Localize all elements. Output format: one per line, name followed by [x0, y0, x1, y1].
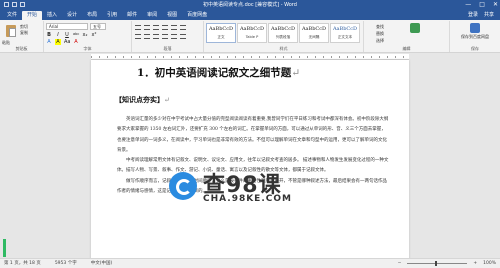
subscript-button[interactable]: x₂: [82, 32, 88, 38]
bullets-icon[interactable]: [135, 25, 141, 30]
tab-mailings[interactable]: 邮件: [122, 11, 142, 20]
document-page[interactable]: 1．初中英语阅读记叙文之细节题↵ 【知识点夯实】↵ 英语词汇量的多少对在中学考试…: [91, 60, 409, 260]
style-body-text[interactable]: AaBbCcD 正文文本: [330, 23, 360, 43]
section-title: 【知识点夯实】↵: [115, 95, 170, 104]
tab-review[interactable]: 审阅: [142, 11, 162, 20]
save-group: 保存到百度网盘 保存: [450, 21, 500, 52]
watermark-url: CHA.98KE.COM: [203, 194, 292, 204]
zoom-out-icon[interactable]: −: [398, 259, 402, 268]
tab-references[interactable]: 引用: [102, 11, 122, 20]
bold-button[interactable]: B: [46, 32, 52, 38]
styles-group: AaBbCcD 正文 AaBbCcD Table P AaBbCcD 列表段落 …: [204, 21, 364, 52]
editing-group-label: 编辑: [402, 46, 411, 51]
minimize-button[interactable]: —: [465, 0, 471, 10]
paragraph-group: 段落: [132, 21, 204, 52]
font-group-label: 字体: [83, 46, 92, 51]
zoom-level[interactable]: 100%: [483, 259, 496, 268]
tab-design[interactable]: 设计: [62, 11, 82, 20]
replace-button[interactable]: 替换: [376, 31, 384, 37]
ribbon-tabs: 文件 开始 插入 设计 布局 引用 邮件 审阅 视图 百度网盘 登录 共享: [0, 10, 500, 20]
line-spacing-icon[interactable]: [171, 34, 177, 39]
align-left-icon[interactable]: [135, 34, 141, 39]
style-list-paragraph[interactable]: AaBbCcD 列表段落: [268, 23, 298, 43]
window-title: 初中英语阅读专点.doc [兼容模式] - Word: [203, 2, 297, 8]
watermark: 查98课 CHA.98KE.COM: [167, 170, 297, 208]
maximize-button[interactable]: □: [479, 0, 485, 10]
tab-layout[interactable]: 布局: [82, 11, 102, 20]
find-button[interactable]: 查找: [376, 24, 384, 30]
sign-in-link[interactable]: 登录: [468, 11, 478, 20]
justify-icon[interactable]: [162, 34, 168, 39]
save-group-label: 保存: [471, 46, 479, 51]
watermark-logo-icon: [169, 172, 197, 200]
select-button[interactable]: 选择: [376, 38, 384, 44]
italic-button[interactable]: I: [55, 32, 61, 38]
sort-icon[interactable]: [180, 25, 186, 30]
paragraph-1: 英语词汇量的多少对在中学考试中占大量分值的完型阅读阅读有着重要,我曾同学们在平日…: [117, 117, 389, 153]
document-heading: 1．初中英语阅读记叙文之细节题↵: [137, 67, 301, 79]
text-effects-button[interactable]: A: [46, 39, 52, 45]
tab-baidu-netdisk[interactable]: 百度网盘: [182, 11, 212, 20]
clipboard-group-label: 剪贴板: [15, 46, 28, 51]
align-center-icon[interactable]: [144, 34, 150, 39]
font-name-select[interactable]: Arial: [46, 23, 88, 30]
font-size-select[interactable]: 五号: [90, 23, 106, 30]
tab-file[interactable]: 文件: [2, 11, 22, 20]
copy-button[interactable]: 复制: [20, 30, 28, 36]
style-no-spacing[interactable]: AaBbCcD 无间隔: [299, 23, 329, 43]
decrease-indent-icon[interactable]: [162, 25, 168, 30]
title-bar: 初中英语阅读专点.doc [兼容模式] - Word — □ ✕: [0, 0, 500, 10]
tab-insert[interactable]: 插入: [42, 11, 62, 20]
editing-icon[interactable]: [410, 23, 420, 33]
increase-indent-icon[interactable]: [171, 25, 177, 30]
align-right-icon[interactable]: [153, 34, 159, 39]
styles-group-label: 样式: [279, 46, 288, 51]
edit-extra: [410, 23, 420, 34]
strikethrough-button[interactable]: abc: [73, 32, 79, 38]
zoom-slider[interactable]: [407, 261, 468, 266]
numbering-icon[interactable]: [144, 25, 150, 30]
style-table-p[interactable]: AaBbCcD Table P: [237, 23, 267, 43]
underline-button[interactable]: U: [64, 32, 70, 38]
font-group: Arial 五号 B I U abc x₂ x² A A Aa A 字体: [44, 21, 132, 52]
style-normal[interactable]: AaBbCcD 正文: [206, 23, 236, 43]
zoom-in-icon[interactable]: +: [473, 259, 477, 268]
editing-group: 查找 替换 选择 编辑: [364, 21, 450, 52]
baidu-netdisk-save-icon[interactable]: [470, 23, 480, 33]
paste-icon[interactable]: [4, 23, 18, 39]
side-indicator: [3, 239, 6, 257]
ribbon: 粘贴 剪切 复制 剪贴板 Arial 五号 B I U abc x₂ x² A …: [0, 20, 500, 53]
shading-icon[interactable]: [180, 34, 186, 39]
share-button[interactable]: 共享: [484, 11, 494, 20]
close-button[interactable]: ✕: [493, 0, 498, 10]
font-color-button[interactable]: A: [73, 39, 79, 45]
clipboard-group: 粘贴 剪切 复制 剪贴板: [0, 21, 44, 52]
tab-home[interactable]: 开始: [22, 11, 43, 20]
page-count[interactable]: 第 1 页，共 18 页: [4, 259, 41, 268]
window-controls: — □ ✕: [465, 0, 498, 10]
highlight-button[interactable]: A: [55, 39, 61, 45]
multilevel-list-icon[interactable]: [153, 25, 159, 30]
save-to-netdisk-button[interactable]: 保存到百度网盘: [458, 34, 492, 40]
word-count[interactable]: 5953 个字: [55, 259, 77, 268]
status-bar: 第 1 页，共 18 页 5953 个字 中文(中国) − + 100%: [0, 258, 500, 268]
paragraph-group-label: 段落: [163, 46, 172, 51]
change-case-button[interactable]: Aa: [64, 39, 70, 45]
tab-view[interactable]: 视图: [162, 11, 182, 20]
superscript-button[interactable]: x²: [91, 32, 97, 38]
language-indicator[interactable]: 中文(中国): [91, 259, 113, 268]
